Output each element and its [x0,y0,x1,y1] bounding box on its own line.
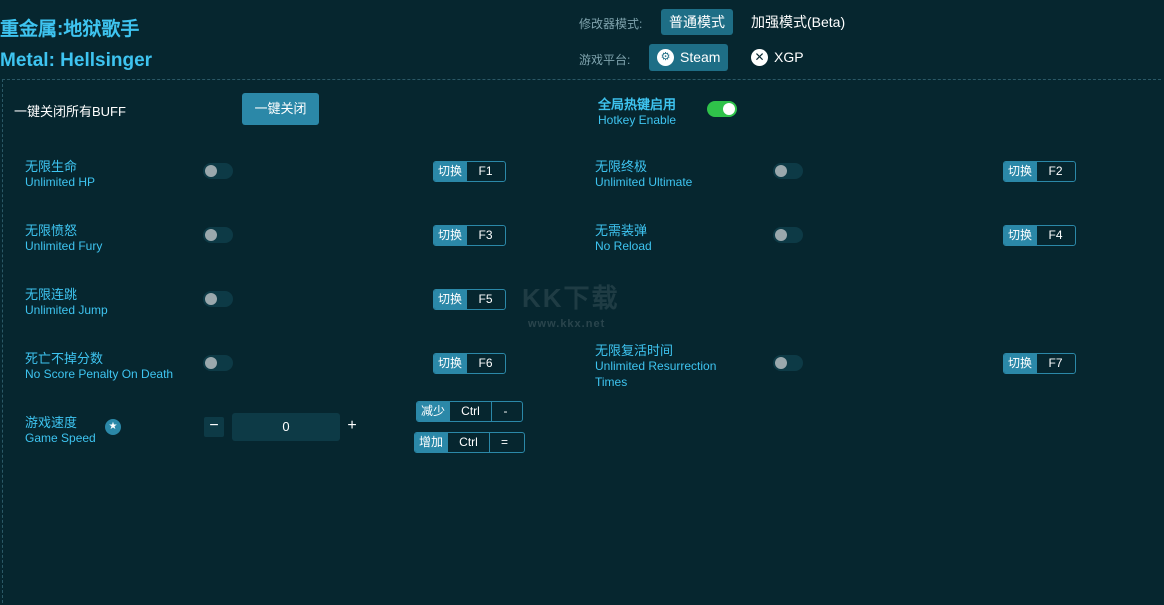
watermark-logo: KK下载 [522,283,620,313]
hotkey-action: 增加 [415,433,448,452]
speed-decrease-hotkey[interactable]: 减少 Ctrl - [416,401,523,422]
option-unlimited-hp-en: Unlimited HP [25,175,96,189]
platform-xgp-button[interactable]: ✕ XGP [743,44,812,71]
option-no-reload-cn: 无需装弹 [595,223,648,238]
option-unlimited-ultimate-hotkey[interactable]: 切换 F2 [1003,161,1076,182]
hotkey-action: 切换 [434,226,467,245]
close-buff-label: 一键关闭所有BUFF [14,104,126,119]
option-no-score-penalty-hotkey[interactable]: 切换 F6 [433,353,506,374]
hotkey-action: 切换 [1004,162,1037,181]
speed-increase-hotkey[interactable]: 增加 Ctrl = [414,432,525,453]
platform-label: 游戏平台: [579,53,631,67]
mode-label: 修改器模式: [579,17,643,31]
hotkey-key: F3 [466,226,505,245]
xbox-icon: ✕ [751,49,768,66]
star-icon: ★ [105,419,121,435]
option-unlimited-hp-hotkey[interactable]: 切换 F1 [433,161,506,182]
hotkey-key: F7 [1036,354,1075,373]
mode-enhanced-button[interactable]: 加强模式(Beta) [743,9,853,35]
hotkey-key: F4 [1036,226,1075,245]
option-unlimited-fury-cn: 无限愤怒 [25,223,78,238]
game-title-cn: 重金属:地狱歌手 [0,19,140,40]
game-title-en: Metal: Hellsinger [0,50,153,71]
option-unlimited-fury-toggle[interactable] [203,227,233,243]
hotkey-action: 切换 [1004,354,1037,373]
hotkey-key: F5 [466,290,505,309]
hotkey-key: F6 [466,354,505,373]
option-game-speed-en: Game Speed [25,431,96,445]
hotkey-action: 减少 [417,402,450,421]
speed-decrease-button[interactable]: − [204,417,224,437]
hotkey-key: = [489,433,520,452]
option-unlimited-jump-cn: 无限连跳 [25,287,78,302]
trainer-window: 重金属:地狱歌手 Metal: Hellsinger 修改器模式: 普通模式 加… [0,0,1164,605]
option-no-reload-en: No Reload [595,239,652,253]
option-unlimited-jump-hotkey[interactable]: 切换 F5 [433,289,506,310]
option-unlimited-jump-en: Unlimited Jump [25,303,108,317]
hotkey-action: 切换 [434,354,467,373]
hotkey-action: 切换 [434,162,467,181]
option-game-speed-cn: 游戏速度 [25,415,78,430]
close-all-button[interactable]: 一键关闭 [242,93,319,125]
steam-icon: ⚙ [657,49,674,66]
option-no-reload-hotkey[interactable]: 切换 F4 [1003,225,1076,246]
option-unlimited-resurrection-toggle[interactable] [773,355,803,371]
option-unlimited-resurrection-cn: 无限复活时间 [595,343,674,358]
option-no-score-penalty-cn: 死亡不掉分数 [25,351,104,366]
option-unlimited-resurrection-hotkey[interactable]: 切换 F7 [1003,353,1076,374]
hotkey-enable-label-cn: 全局热键启用 [598,97,677,112]
hotkey-action: 切换 [1004,226,1037,245]
option-unlimited-resurrection-en: Unlimited Resurrection Times [595,359,717,389]
option-unlimited-hp-cn: 无限生命 [25,159,78,174]
option-no-reload-toggle[interactable] [773,227,803,243]
option-unlimited-ultimate-cn: 无限终极 [595,159,648,174]
platform-steam-button[interactable]: ⚙ Steam [649,44,729,71]
watermark-url: www.kkx.net [528,318,606,330]
hotkey-enable-label-en: Hotkey Enable [598,113,677,127]
platform-xgp-label: XGP [774,49,804,65]
hotkey-action: 切换 [434,290,467,309]
hotkey-enable-toggle[interactable] [707,101,737,117]
hotkey-key: F1 [466,162,505,181]
platform-steam-label: Steam [680,49,721,65]
options-panel [2,79,1161,603]
speed-input[interactable]: 0 [232,413,340,441]
hotkey-modifier: Ctrl [449,402,492,421]
hotkey-key: F2 [1036,162,1075,181]
hotkey-key: - [491,402,520,421]
mode-normal-button[interactable]: 普通模式 [661,9,733,35]
option-unlimited-hp-toggle[interactable] [203,163,233,179]
speed-increase-button[interactable]: + [342,417,362,437]
option-unlimited-jump-toggle[interactable] [203,291,233,307]
option-no-score-penalty-toggle[interactable] [203,355,233,371]
option-unlimited-ultimate-toggle[interactable] [773,163,803,179]
option-unlimited-fury-en: Unlimited Fury [25,239,103,253]
option-unlimited-ultimate-en: Unlimited Ultimate [595,175,693,189]
option-unlimited-fury-hotkey[interactable]: 切换 F3 [433,225,506,246]
hotkey-modifier: Ctrl [447,433,490,452]
option-no-score-penalty-en: No Score Penalty On Death [25,367,174,381]
